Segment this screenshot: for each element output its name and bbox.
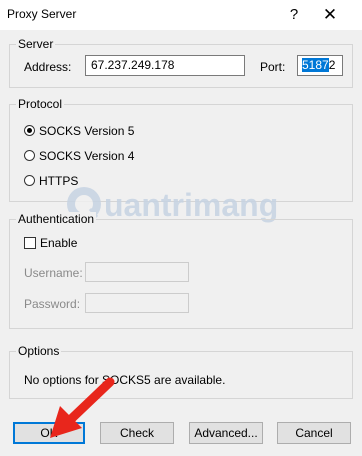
enable-label[interactable]: Enable	[40, 236, 77, 250]
socks5-label[interactable]: SOCKS Version 5	[39, 124, 134, 138]
socks4-label[interactable]: SOCKS Version 4	[39, 149, 134, 163]
cancel-button[interactable]: Cancel	[277, 422, 351, 444]
radio-dot	[27, 128, 32, 133]
enable-checkbox[interactable]	[24, 237, 36, 249]
window-title: Proxy Server	[7, 7, 77, 21]
socks4-radio[interactable]	[24, 150, 35, 161]
close-button[interactable]: ✕	[317, 2, 343, 28]
password-label: Password:	[24, 297, 81, 311]
help-button[interactable]: ?	[283, 4, 305, 26]
socks5-radio[interactable]	[24, 125, 35, 136]
title-bar: Proxy Server ? ✕	[0, 0, 362, 30]
watermark-text: uantrimang	[104, 187, 278, 223]
https-radio[interactable]	[24, 175, 35, 186]
options-group-label: Options	[16, 344, 62, 358]
username-label: Username:	[24, 266, 83, 280]
advanced-button[interactable]: Advanced...	[189, 422, 263, 444]
red-arrow-icon	[50, 377, 115, 438]
address-field[interactable]: 67.237.249.178	[85, 55, 245, 76]
username-field[interactable]	[85, 262, 189, 282]
password-field[interactable]	[85, 293, 189, 313]
server-group-label: Server	[16, 37, 56, 51]
address-label: Address:	[24, 60, 72, 74]
protocol-group-label: Protocol	[16, 97, 65, 111]
authentication-group-label: Authentication	[16, 212, 97, 226]
port-label: Port:	[260, 60, 286, 74]
port-rest-text: 2	[328, 58, 336, 72]
port-selected-text: 5187	[302, 58, 329, 72]
port-field[interactable]: 51872	[297, 55, 343, 76]
